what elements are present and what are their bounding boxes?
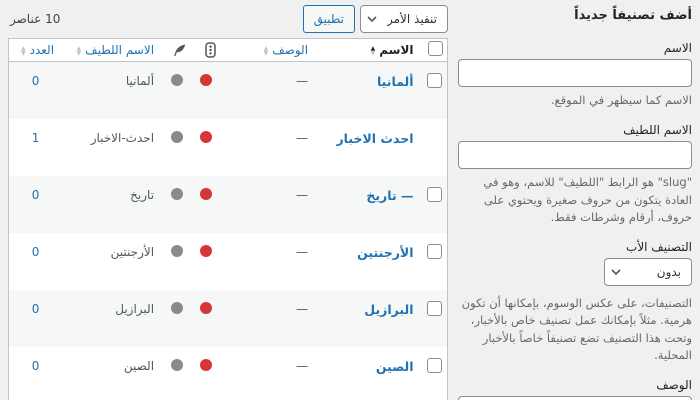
table-body: ألمانيا — ألمانيا 0 احدث الاخبار — احدث-الاخبا… xyxy=(8,61,448,400)
description-label: الوصف xyxy=(656,378,692,392)
category-name-link[interactable]: البرازيل xyxy=(364,302,413,317)
red-dot-icon xyxy=(199,301,212,314)
slug-header-label: الاسم اللطيف xyxy=(85,43,155,57)
gray-dot-icon xyxy=(170,301,183,314)
category-count-link[interactable]: 0 xyxy=(32,74,40,88)
page: أضف تصنيفاً جديداً الاسم الاسم كما سيظهر… xyxy=(0,0,700,400)
category-description: — xyxy=(296,187,309,202)
sort-name-header[interactable]: الاسم ▲ ▼ xyxy=(367,43,414,57)
red-dot-icon xyxy=(199,187,212,200)
categories-list-area: تنفيذ الأمر تطبيق 10 عناصر الاسم ▲ ▼ الو… xyxy=(8,4,448,400)
category-name-link[interactable]: — تاريخ xyxy=(366,188,413,203)
add-category-panel: أضف تصنيفاً جديداً الاسم الاسم كما سيظهر… xyxy=(458,4,692,400)
category-name-link[interactable]: الأرجنتين xyxy=(357,245,413,260)
name-header-label: الاسم xyxy=(379,43,414,57)
gray-dot-icon xyxy=(170,358,183,371)
red-dot-icon xyxy=(199,244,212,257)
categories-table: الاسم ▲ ▼ الوصف ▲ ▼ الاسم اللطيف ▲ ▼ الع… xyxy=(8,38,448,400)
table-header-row: الاسم ▲ ▼ الوصف ▲ ▼ الاسم اللطيف ▲ ▼ الع… xyxy=(8,38,448,62)
slug-label: الاسم اللطيف xyxy=(623,123,692,138)
red-dot-icon xyxy=(199,130,212,143)
gray-dot-icon xyxy=(170,74,183,86)
gray-dot-icon xyxy=(170,244,183,257)
sort-count-header[interactable]: العدد ▲ ▼ xyxy=(17,43,54,57)
gray-dot-icon xyxy=(170,187,183,200)
parent-category-label: التصنيف الأب xyxy=(626,240,692,254)
category-description: — xyxy=(296,74,309,88)
list-toolbar: تنفيذ الأمر تطبيق 10 عناصر xyxy=(8,4,448,34)
category-description: — xyxy=(296,244,309,259)
sort-description-header[interactable]: الوصف ▲ ▼ xyxy=(260,43,308,57)
parent-category-select[interactable]: بدون xyxy=(604,258,692,286)
name-help: الاسم كما سيظهر في الموقع. xyxy=(550,93,692,107)
table-row: احدث الاخبار — احدث-الاخبار 1 xyxy=(8,118,448,176)
category-description: — xyxy=(296,301,309,316)
items-count: 10 عناصر xyxy=(10,12,61,26)
table-row: الصين — الصين 0 xyxy=(8,346,448,400)
category-slug: احدث-الاخبار xyxy=(90,130,155,145)
count-header-label: العدد xyxy=(29,43,55,57)
category-slug: البرازيل xyxy=(115,301,155,316)
row-checkbox[interactable] xyxy=(426,243,442,259)
description-header-label: الوصف xyxy=(272,43,309,57)
gray-dot-icon xyxy=(170,130,183,143)
table-row: الأرجنتين — الأرجنتين 0 xyxy=(8,232,448,290)
apply-button[interactable]: تطبيق xyxy=(302,5,355,33)
row-checkbox[interactable] xyxy=(426,300,442,316)
table-row: ألمانيا — ألمانيا 0 xyxy=(8,61,448,119)
name-input[interactable] xyxy=(458,59,692,87)
table-row: — تاريخ — تاريخ 0 xyxy=(8,175,448,233)
category-name-link[interactable]: ألمانيا xyxy=(377,74,414,89)
category-slug: الأرجنتين xyxy=(110,244,155,259)
row-checkbox[interactable] xyxy=(426,357,442,373)
add-category-title: أضف تصنيفاً جديداً xyxy=(574,8,692,23)
slug-input[interactable] xyxy=(458,141,692,170)
category-name-link[interactable]: احدث الاخبار xyxy=(336,131,413,146)
category-count-link[interactable]: 1 xyxy=(32,131,40,145)
category-name-link[interactable]: الصين xyxy=(376,359,414,374)
select-all-checkbox[interactable] xyxy=(428,41,443,56)
category-description: — xyxy=(296,130,309,145)
feather-icon xyxy=(172,43,187,57)
slug-help: "slug" هو الرابط "اللطيف" للاسم، وهو في … xyxy=(483,175,692,224)
table-row: البرازيل — البرازيل 0 xyxy=(8,289,448,347)
name-label: الاسم xyxy=(663,41,692,55)
category-slug: ألمانيا xyxy=(125,74,155,88)
sort-slug-header[interactable]: الاسم اللطيف ▲ ▼ xyxy=(73,43,155,57)
bulk-action-select[interactable]: تنفيذ الأمر xyxy=(360,5,448,33)
category-count-link[interactable]: 0 xyxy=(32,302,40,316)
category-description: — xyxy=(296,358,309,373)
description-textarea[interactable] xyxy=(458,396,692,400)
red-dot-icon xyxy=(199,358,212,371)
row-checkbox[interactable] xyxy=(426,186,442,202)
category-slug: الصين xyxy=(123,358,155,373)
traffic-light-icon xyxy=(205,42,216,58)
category-count-link[interactable]: 0 xyxy=(32,245,40,259)
category-slug: تاريخ xyxy=(130,187,155,202)
category-count-link[interactable]: 0 xyxy=(32,188,40,202)
row-checkbox[interactable] xyxy=(426,73,442,88)
parent-category-help: التصنيفات، على عكس الوسوم، بإمكانها أن ت… xyxy=(461,296,692,362)
category-count-link[interactable]: 0 xyxy=(32,359,40,373)
red-dot-icon xyxy=(199,74,212,86)
